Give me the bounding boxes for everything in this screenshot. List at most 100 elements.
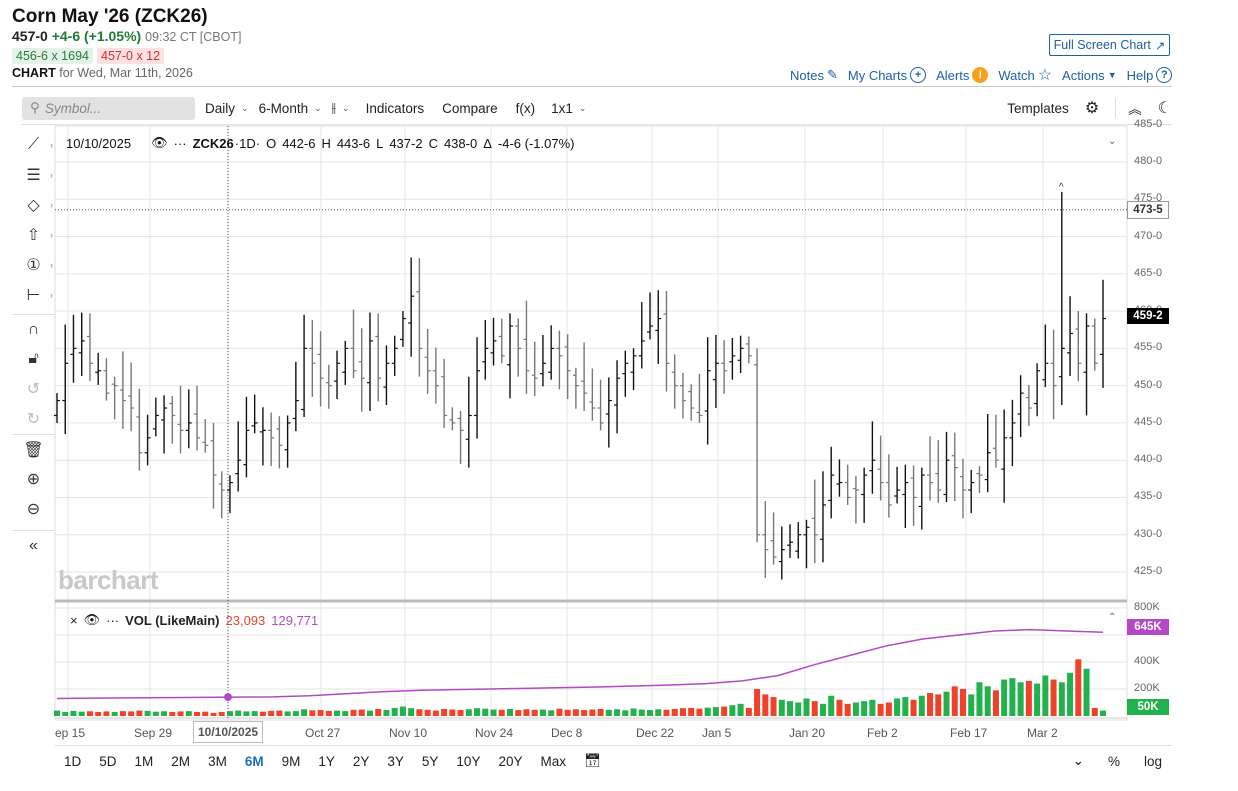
volume-bar (161, 711, 168, 716)
barchart-logo: barchart (58, 565, 159, 595)
volume-bar (474, 708, 481, 716)
period-3m[interactable]: 3M (199, 754, 236, 769)
close-value: 438-0 (443, 135, 478, 151)
volume-bar (688, 707, 695, 716)
volume-bar (918, 695, 925, 716)
volume-bar (655, 709, 662, 716)
expand-chevron-icon[interactable]: ⌄ (1073, 753, 1084, 769)
volume-bar (811, 701, 818, 716)
volume-collapse-chevron-icon[interactable]: ⌃ (1108, 612, 1116, 623)
close-label: C (428, 135, 438, 151)
volume-bar (556, 708, 563, 716)
volume-bar (391, 707, 398, 716)
volume-bar (210, 712, 217, 716)
volume-bar (276, 710, 283, 716)
period-6m[interactable]: 6M (236, 754, 273, 769)
volume-bar (1091, 707, 1098, 716)
period-1d[interactable]: 1D (55, 754, 90, 769)
volume-bar (350, 709, 357, 716)
period-1m[interactable]: 1M (126, 754, 163, 769)
volume-bar (449, 709, 456, 716)
period-2m[interactable]: 2M (162, 754, 199, 769)
volume-bar (292, 711, 299, 716)
price-tick-label: 430-0 (1134, 527, 1163, 540)
volume-bar (465, 709, 472, 716)
period-3y[interactable]: 3Y (378, 754, 413, 769)
price-tick-label: 480-0 (1134, 155, 1163, 167)
volume-bar (1075, 659, 1082, 716)
price-tick-label: 455-0 (1134, 341, 1163, 354)
more-dots-icon[interactable]: ··· (174, 136, 187, 151)
period-1y[interactable]: 1Y (309, 754, 344, 769)
volume-bar (342, 711, 349, 716)
calendar-icon[interactable]: 📅︎ (575, 753, 610, 769)
volume-bar (375, 708, 382, 716)
close-icon[interactable]: × (70, 613, 78, 628)
log-scale-toggle[interactable]: log (1144, 754, 1162, 769)
period-5y[interactable]: 5Y (413, 754, 448, 769)
volume-bar (177, 711, 184, 716)
period-9m[interactable]: 9M (273, 754, 310, 769)
crosshair-price-label: 473-5 (1127, 200, 1169, 219)
volume-value: 23,093 (225, 612, 266, 628)
period-max[interactable]: Max (531, 754, 575, 769)
legend-collapse-chevron-icon[interactable]: ⌄ (1108, 136, 1116, 147)
high-marker: ^ (1059, 182, 1064, 193)
date-tick-label: Dec 22 (636, 726, 675, 740)
volume-bar (95, 711, 102, 716)
volume-average-label: 645K (1127, 619, 1169, 635)
volume-bar (399, 706, 406, 716)
period-10y[interactable]: 10Y (447, 754, 489, 769)
volume-bar (490, 709, 497, 716)
volume-bar (523, 709, 530, 716)
volume-bar (959, 689, 966, 716)
percent-scale-toggle[interactable]: % (1108, 754, 1120, 769)
volume-bar (54, 710, 60, 716)
volume-bar (202, 711, 209, 716)
volume-bar (408, 708, 415, 716)
volume-bar (301, 709, 308, 716)
volume-bar (243, 711, 250, 716)
volume-bar (1067, 672, 1074, 716)
date-tick-label: Feb 17 (950, 726, 988, 740)
eye-icon[interactable]: 👁︎ (84, 612, 101, 628)
volume-bar (679, 708, 686, 716)
volume-bar (894, 698, 901, 716)
volume-bar (836, 699, 843, 716)
volume-bar (1100, 710, 1106, 716)
period-2y[interactable]: 2Y (344, 754, 379, 769)
price-chart[interactable]: ^ (0, 0, 1238, 791)
date-tick-label: Sep 29 (134, 726, 173, 740)
volume-tick-label: 800K (1134, 601, 1160, 613)
volume-bar (1083, 668, 1090, 716)
volume-bar (992, 690, 999, 716)
volume-bar (721, 706, 728, 716)
volume-bar (78, 711, 85, 716)
volume-bar (70, 710, 77, 716)
volume-bar (910, 699, 917, 716)
volume-bar (564, 709, 571, 716)
volume-bar (1009, 678, 1016, 716)
volume-bar (671, 708, 678, 716)
eye-icon[interactable]: 👁︎ (151, 135, 168, 151)
volume-bar (762, 694, 769, 716)
volume-bar (745, 707, 752, 716)
volume-bar (235, 710, 242, 716)
volume-bar (581, 710, 588, 716)
legend-symbol: ZCK26 (192, 135, 234, 151)
volume-bar (366, 710, 373, 716)
volume-bar (548, 710, 555, 716)
volume-average-line (56, 628, 1104, 700)
date-tick-label: ep 15 (55, 726, 86, 740)
volume-bar (424, 709, 431, 716)
volume-average-value: 129,771 (271, 612, 319, 628)
volume-bar (1017, 682, 1024, 716)
more-dots-icon[interactable]: ··· (106, 613, 119, 628)
volume-bar (572, 709, 579, 716)
volume-bar (984, 686, 991, 716)
period-5d[interactable]: 5D (90, 754, 125, 769)
volume-bar (869, 699, 876, 716)
period-20y[interactable]: 20Y (489, 754, 531, 769)
price-tick-label: 425-0 (1134, 565, 1163, 578)
volume-bar (589, 709, 596, 716)
